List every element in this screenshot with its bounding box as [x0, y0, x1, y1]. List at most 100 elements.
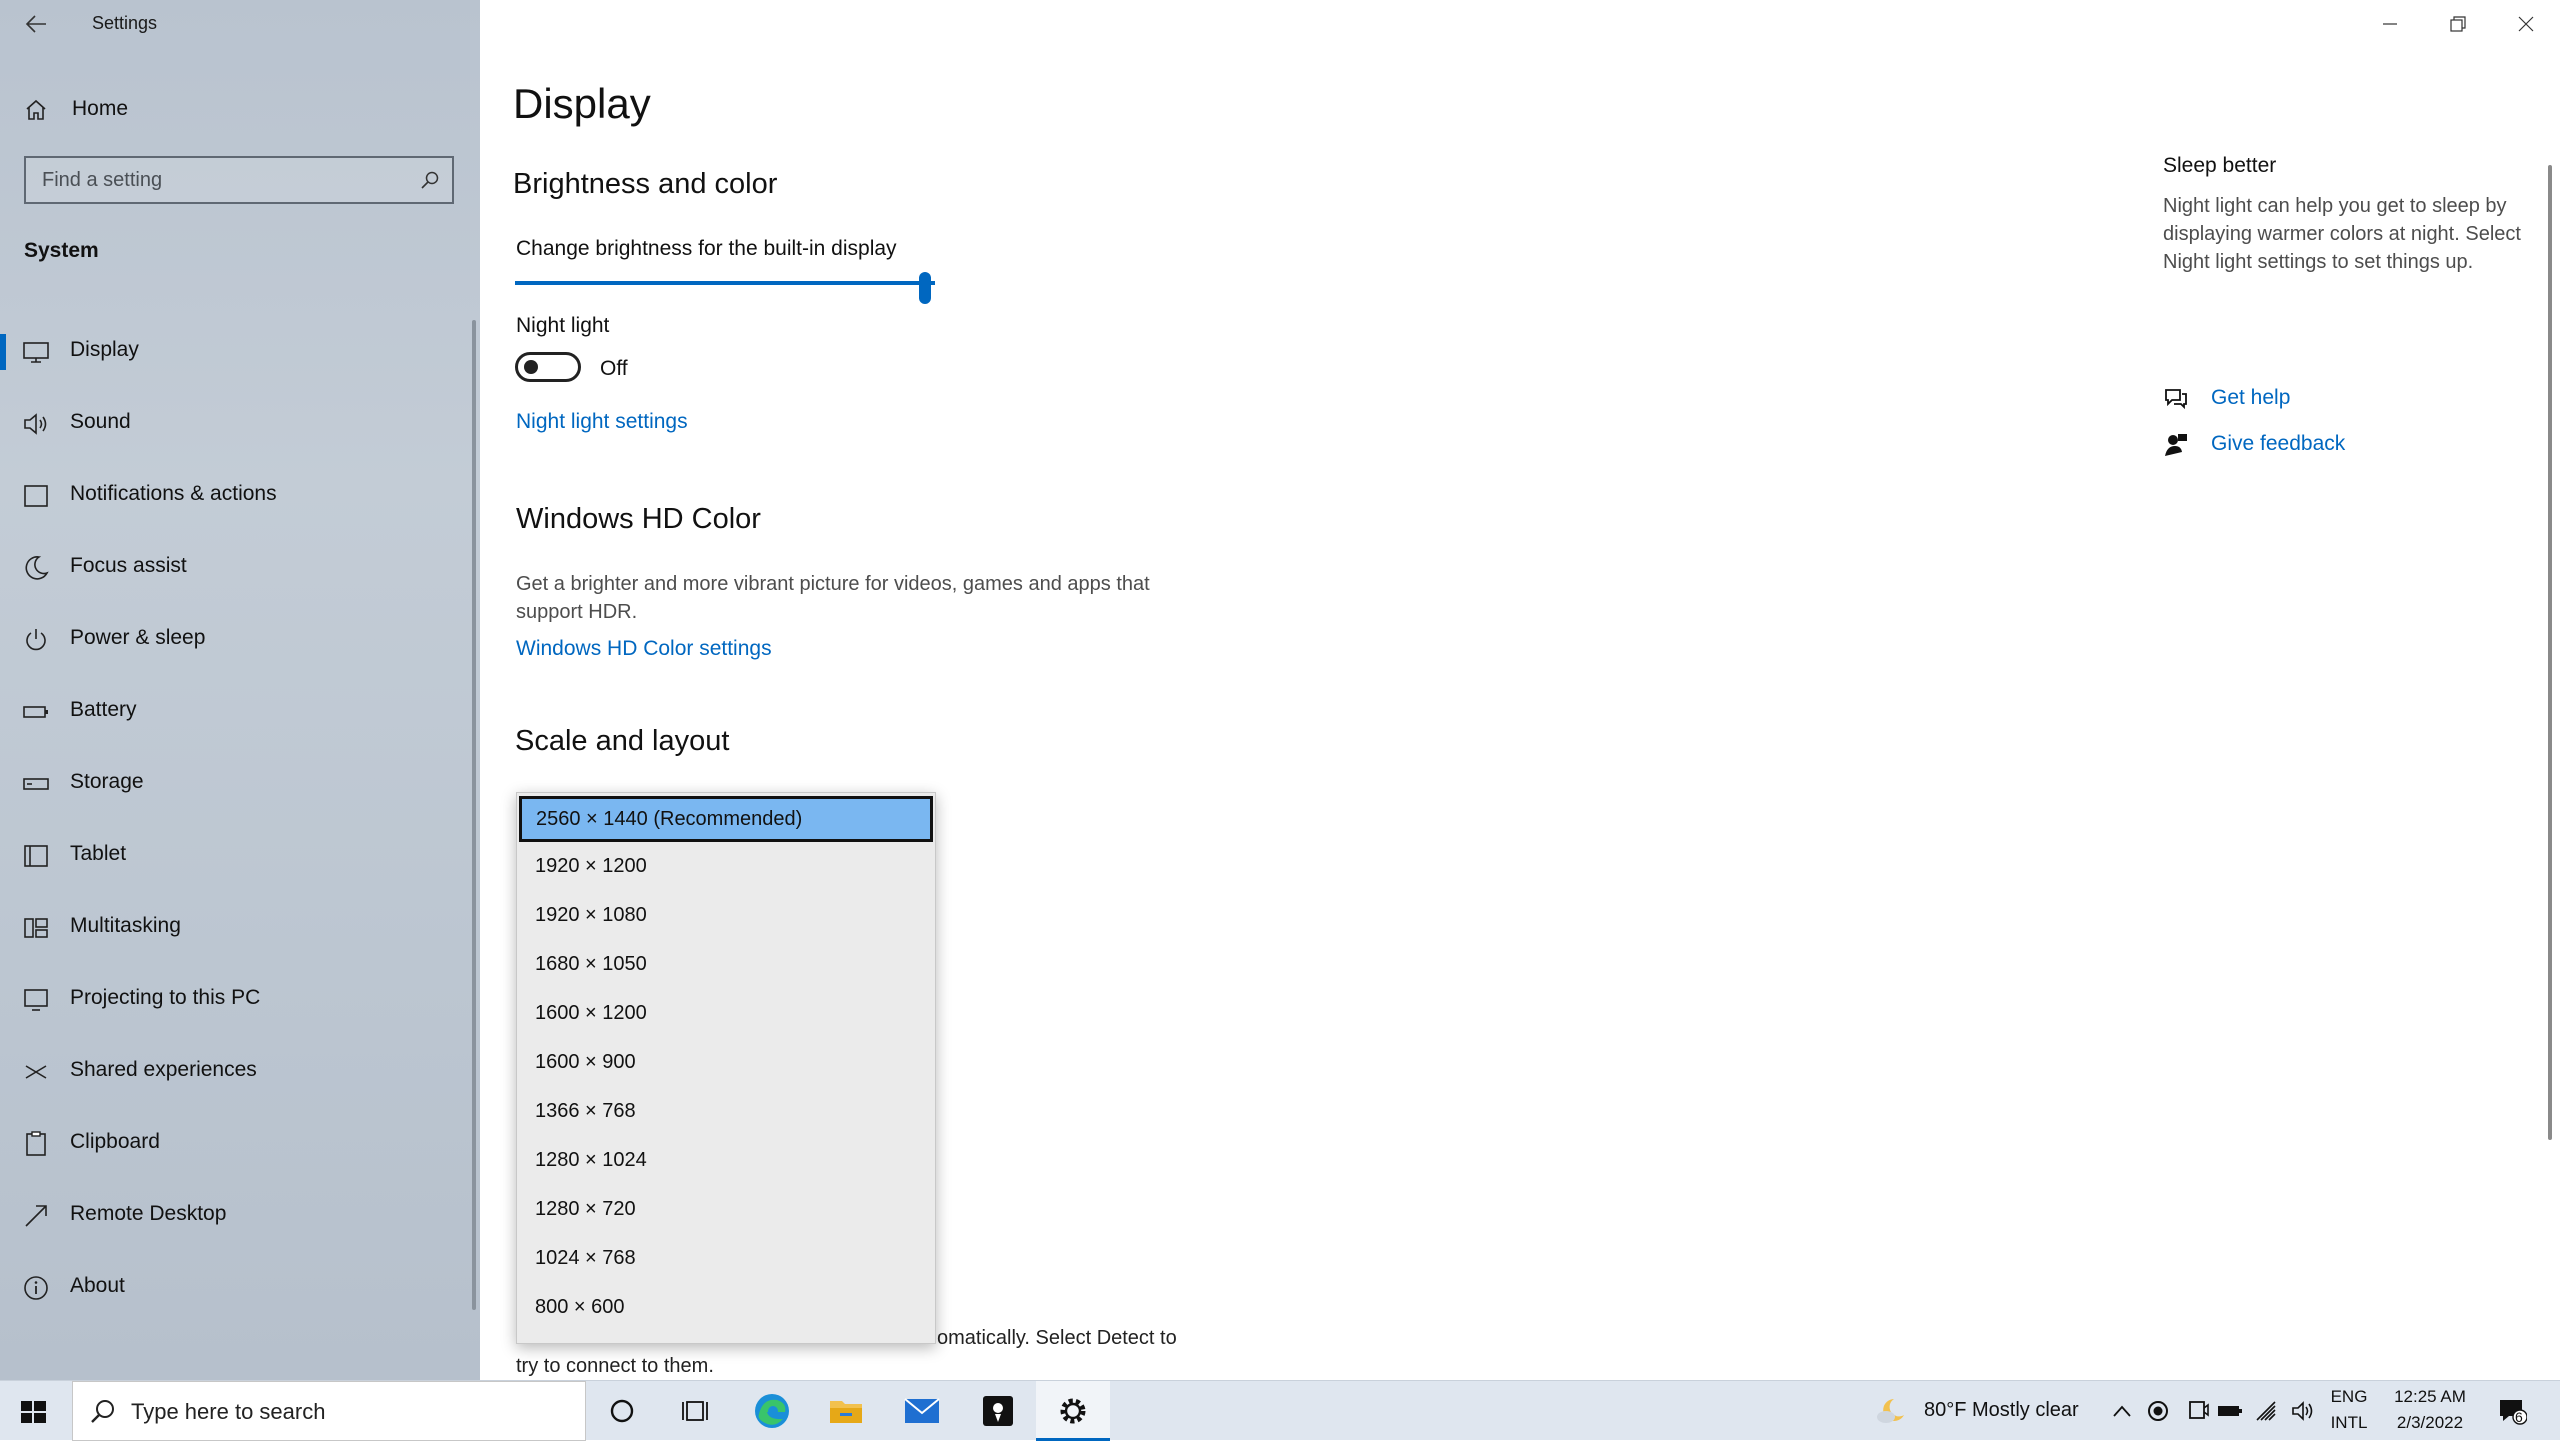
back-arrow-icon — [25, 15, 46, 33]
taskbar: Type here to search 80°F Mostly clear EN… — [0, 1380, 2560, 1441]
speaker-icon — [24, 413, 47, 435]
sidebar-item-battery[interactable]: Battery — [0, 676, 470, 748]
clock-time[interactable]: 12:25 AM — [2380, 1387, 2480, 1407]
notification-icon — [24, 485, 48, 507]
back-button[interactable] — [18, 8, 54, 40]
app-title: Settings — [92, 13, 158, 33]
projecting-icon — [24, 989, 48, 1011]
multitasking-icon — [24, 918, 48, 938]
sidebar-item-label: Notifications & actions — [70, 482, 277, 505]
sidebar-item-projecting[interactable]: Projecting to this PC — [0, 964, 470, 1036]
weather-widget-icon-wrap[interactable] — [1862, 1389, 1922, 1433]
sidebar-item-focus-assist[interactable]: Focus assist — [0, 532, 470, 604]
task-view-button[interactable] — [666, 1389, 726, 1433]
clock-date[interactable]: 2/3/2022 — [2380, 1413, 2480, 1433]
sidebar-item-about[interactable]: About — [0, 1252, 470, 1324]
resolution-option[interactable]: 2560 × 1440 (Recommended) — [519, 796, 933, 842]
mail-button[interactable] — [892, 1389, 952, 1433]
cortana-button[interactable] — [592, 1389, 652, 1433]
scale-layout-heading: Scale and layout — [515, 725, 730, 757]
start-button[interactable] — [16, 1395, 50, 1434]
find-setting-search[interactable] — [24, 156, 454, 204]
lang-top[interactable]: ENG — [2326, 1387, 2372, 1407]
action-center-button[interactable]: 6 — [2482, 1389, 2542, 1433]
resolution-option[interactable]: 1024 × 768 — [517, 1234, 935, 1283]
sidebar-item-label: Multitasking — [70, 914, 181, 937]
storage-icon — [23, 778, 49, 790]
app-dark-icon — [983, 1396, 1013, 1426]
resolution-option[interactable]: 1280 × 720 — [517, 1185, 935, 1234]
moon-icon — [25, 556, 49, 580]
sidebar-item-shared-experiences[interactable]: Shared experiences — [0, 1036, 470, 1108]
battery-icon — [23, 706, 48, 718]
sidebar-item-remote-desktop[interactable]: Remote Desktop — [0, 1180, 470, 1252]
sidebar-item-label: Shared experiences — [70, 1058, 257, 1081]
sidebar-item-notifications[interactable]: Notifications & actions — [0, 460, 470, 532]
edge-button[interactable] — [742, 1389, 802, 1433]
aside-description: Night light can help you get to sleep by… — [2163, 195, 2521, 273]
search-icon — [91, 1400, 114, 1423]
restore-icon — [2450, 16, 2466, 32]
lang-bottom[interactable]: INTL — [2326, 1413, 2372, 1433]
volume-tray-button[interactable] — [2274, 1389, 2334, 1433]
taskbar-search-placeholder: Type here to search — [131, 1399, 326, 1424]
resolution-option[interactable]: 1680 × 1050 — [517, 940, 935, 989]
minimize-button[interactable] — [2356, 0, 2424, 48]
resolution-dropdown-list[interactable]: 2560 × 1440 (Recommended) 1920 × 1200 19… — [516, 792, 936, 1344]
resolution-option[interactable]: 1366 × 768 — [517, 1087, 935, 1136]
power-icon — [26, 629, 46, 651]
home-label: Home — [72, 97, 129, 120]
feedback-person-icon — [2165, 434, 2187, 456]
resolution-option[interactable]: 1920 × 1080 — [517, 891, 935, 940]
sidebar-item-label: Projecting to this PC — [70, 986, 261, 1009]
windows-logo-icon — [21, 1401, 46, 1423]
title-bar: Settings — [0, 0, 480, 48]
slider-thumb[interactable] — [919, 272, 931, 304]
slider-track — [515, 281, 935, 285]
taskbar-search[interactable]: Type here to search — [72, 1381, 586, 1441]
remote-desktop-icon — [25, 1205, 47, 1227]
close-button[interactable] — [2492, 0, 2560, 48]
hd-color-settings-link[interactable]: Windows HD Color settings — [516, 637, 772, 661]
sidebar-item-label: Sound — [70, 410, 131, 433]
sidebar: Settings Home System Display Sound Notif… — [0, 0, 480, 1380]
share-icon — [25, 1065, 47, 1079]
sidebar-scrollbar[interactable] — [472, 320, 476, 1310]
home-nav-item[interactable]: Home — [0, 88, 480, 132]
notification-count: 6 — [2515, 1409, 2523, 1425]
sidebar-item-tablet[interactable]: Tablet — [0, 820, 470, 892]
night-light-settings-link[interactable]: Night light settings — [516, 410, 688, 434]
sidebar-item-storage[interactable]: Storage — [0, 748, 470, 820]
find-setting-input[interactable] — [40, 166, 400, 194]
resolution-option[interactable]: 1600 × 1200 — [517, 989, 935, 1038]
tablet-icon — [24, 845, 48, 867]
brightness-label: Change brightness for the built-in displ… — [516, 237, 897, 260]
night-light-state: Off — [600, 357, 628, 380]
resolution-option[interactable]: 1920 × 1200 — [517, 842, 935, 891]
sidebar-item-label: Power & sleep — [70, 626, 206, 649]
sidebar-item-clipboard[interactable]: Clipboard — [0, 1108, 470, 1180]
sidebar-item-multitasking[interactable]: Multitasking — [0, 892, 470, 964]
search-icon[interactable] — [420, 170, 440, 190]
toggle-knob — [524, 360, 538, 374]
main-scrollbar[interactable] — [2548, 165, 2552, 1140]
task-view-icon — [682, 1401, 708, 1421]
brightness-slider[interactable] — [515, 272, 935, 308]
sidebar-item-sound[interactable]: Sound — [0, 388, 470, 460]
weather-text[interactable]: 80°F Mostly clear — [1924, 1399, 2079, 1422]
record-icon — [2148, 1401, 2168, 1421]
app-button[interactable] — [968, 1389, 1028, 1433]
folder-icon — [830, 1401, 862, 1423]
resolution-option[interactable]: 800 × 600 — [517, 1283, 935, 1332]
settings-taskbar-button[interactable] — [1043, 1389, 1103, 1433]
sidebar-item-label: Focus assist — [70, 554, 187, 577]
sidebar-item-display[interactable]: Display — [0, 316, 470, 388]
resolution-option[interactable]: 1280 × 1024 — [517, 1136, 935, 1185]
restore-button[interactable] — [2424, 0, 2492, 48]
file-explorer-button[interactable] — [816, 1389, 876, 1433]
night-light-toggle[interactable] — [515, 352, 581, 382]
sidebar-item-power-sleep[interactable]: Power & sleep — [0, 604, 470, 676]
resolution-option[interactable]: 1600 × 900 — [517, 1038, 935, 1087]
sidebar-item-label: Clipboard — [70, 1130, 160, 1153]
page-title: Display — [513, 80, 651, 127]
